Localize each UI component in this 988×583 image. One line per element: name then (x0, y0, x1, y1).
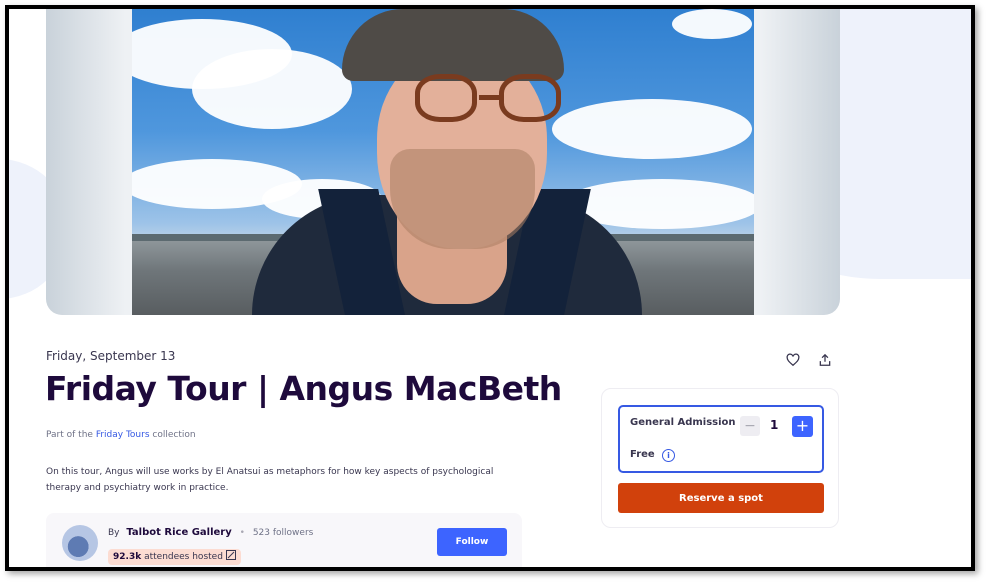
organizer-followers: 523 followers (252, 528, 314, 538)
info-icon[interactable]: i (662, 449, 675, 462)
attendees-badge: 92.3k attendees hosted (108, 549, 241, 565)
event-description: On this tour, Angus will use works by El… (46, 467, 494, 493)
share-button[interactable] (815, 350, 835, 370)
event-hero-image (46, 9, 840, 315)
ticket-price: Free (630, 449, 655, 460)
ticket-card: General Admission − 1 + Free i Reserve a… (601, 388, 839, 528)
ticket-quantity: 1 (770, 418, 779, 432)
organizer-card: By Talbot Rice Gallery • 523 followers 9… (46, 513, 522, 567)
attendees-label: attendees hosted (144, 552, 223, 562)
event-date: Friday, September 13 (46, 349, 176, 363)
collection-link[interactable]: Friday Tours (96, 430, 150, 440)
like-button[interactable] (783, 350, 803, 370)
collection-suffix: collection (152, 430, 196, 440)
browser-frame: Friday, September 13 Friday Tour | Angus… (5, 5, 975, 571)
event-title: Friday Tour | Angus MacBeth (45, 369, 562, 408)
decrease-quantity-button[interactable]: − (740, 416, 760, 436)
collection-prefix: Part of the (46, 430, 93, 440)
ticket-selector: General Admission − 1 + Free i (618, 405, 824, 473)
separator-dot: • (239, 528, 245, 538)
organizer-avatar[interactable] (62, 525, 98, 561)
heart-icon (786, 353, 800, 367)
collection-line: Part of the Friday Tours collection (46, 430, 196, 440)
follow-button[interactable]: Follow (437, 528, 507, 556)
organizer-line: By Talbot Rice Gallery • 523 followers (108, 527, 313, 538)
attendees-count: 92.3k (113, 552, 142, 562)
hero-photo (132, 9, 754, 315)
reserve-button[interactable]: Reserve a spot (618, 483, 824, 513)
ticket-type: General Admission (630, 417, 736, 428)
organizer-name[interactable]: Talbot Rice Gallery (126, 527, 231, 538)
increase-quantity-button[interactable]: + (792, 416, 813, 437)
by-label: By (108, 528, 120, 538)
chart-icon (225, 550, 236, 560)
share-icon (819, 353, 831, 366)
